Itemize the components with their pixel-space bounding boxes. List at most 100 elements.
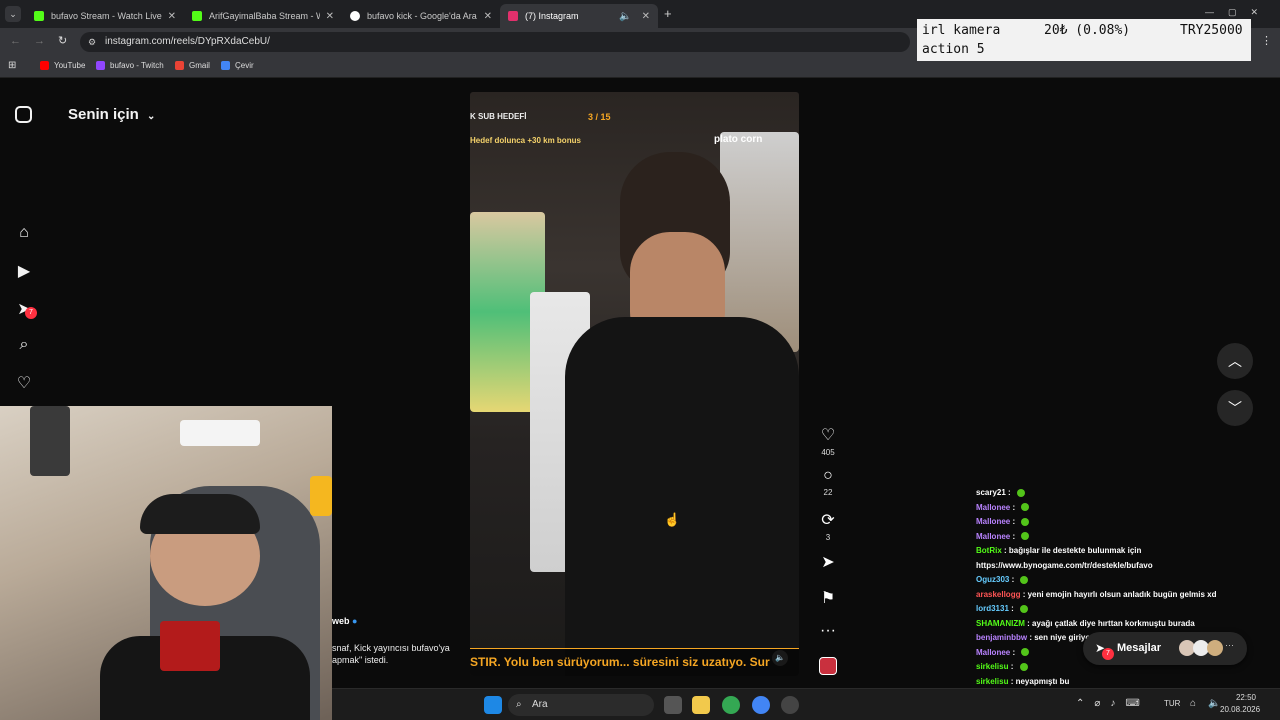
app-icon[interactable] <box>781 696 799 714</box>
feed-selector[interactable]: Senin için ⌄ <box>68 106 155 123</box>
tab-search-button[interactable]: ⌄ <box>5 6 21 22</box>
repost-icon: ⟳ <box>821 512 835 529</box>
start-button[interactable] <box>484 696 502 714</box>
chrome-icon[interactable] <box>752 696 770 714</box>
site-info-icon[interactable]: ⚙ <box>88 32 96 52</box>
gmail-icon <box>175 61 184 70</box>
audio-thumbnail[interactable] <box>819 657 837 675</box>
chat-text: : neyapmıştı bu <box>1008 676 1070 686</box>
reel-subtitle-ticker: STIR. Yolu ben sürüyorum... süresini siz… <box>470 655 770 669</box>
chat-text: : <box>1008 604 1017 613</box>
bookmark-label: bufavo - Twitch <box>110 61 164 70</box>
reload-icon[interactable]: ↻ <box>58 34 67 47</box>
reel-video[interactable]: K SUB HEDEFİ 3 / 15 Hedef dolunca +30 km… <box>470 92 799 676</box>
close-tab-icon[interactable]: ✕ <box>484 11 492 22</box>
chat-username[interactable]: Mallonee <box>976 532 1010 541</box>
task-view-icon[interactable] <box>664 696 682 714</box>
close-tab-icon[interactable]: ✕ <box>326 11 334 22</box>
volume-icon[interactable]: 🔈 <box>1208 698 1220 709</box>
mute-icon[interactable]: 🔈 <box>772 650 788 666</box>
chat-text: : <box>1010 647 1018 657</box>
chat-username[interactable]: Oguz303 <box>976 575 1009 584</box>
chat-username[interactable]: SHAMANIZM <box>976 619 1025 628</box>
emote-icon <box>1021 503 1030 512</box>
tab-google-search[interactable]: bufavo kick - Google'da Ara ✕ <box>342 4 500 28</box>
sub-goal-value: 3 / 15 <box>588 112 611 122</box>
emote-icon <box>1020 604 1029 613</box>
emote-icon <box>1020 575 1029 584</box>
chat-message: SHAMANIZM : ayağı çatlak diye hırttan ko… <box>976 617 1276 632</box>
close-tab-icon[interactable]: ✕ <box>642 11 650 22</box>
clock-time[interactable]: 22:50 <box>1232 693 1256 702</box>
chat-text: https://www.bynogame.com/tr/destekle/buf… <box>976 560 1153 570</box>
chat-username[interactable]: sirkelisu <box>976 677 1008 686</box>
language-indicator[interactable]: TUR <box>1164 699 1180 708</box>
avatar <box>1207 640 1223 656</box>
chrome-icon[interactable] <box>722 696 740 714</box>
chat-username[interactable]: Mallonee <box>976 648 1010 657</box>
emote-icon <box>1021 648 1030 657</box>
clock-date[interactable]: 20.08.2026 <box>1220 705 1260 714</box>
chat-username[interactable]: Mallonee <box>976 503 1010 512</box>
back-icon[interactable]: ← <box>10 35 21 47</box>
emote-icon <box>1021 517 1030 526</box>
forward-icon[interactable]: → <box>34 35 45 47</box>
search-icon[interactable]: ⌕ <box>15 336 33 354</box>
more-options-button[interactable]: ··· <box>815 622 841 643</box>
tab-title: bufavo Stream - Watch Live on <box>51 11 162 21</box>
chat-text: : <box>1010 517 1018 526</box>
repost-button[interactable]: ⟳ 3 <box>815 510 841 542</box>
bookmark-translate[interactable]: Çevir <box>221 61 254 70</box>
caption-username[interactable]: web ● <box>332 616 357 626</box>
verified-icon: ● <box>352 616 358 626</box>
chat-message: Mallonee : <box>976 515 1276 530</box>
window-controls[interactable]: —▢✕ <box>1205 7 1272 18</box>
person-shirt <box>565 317 799 676</box>
share-button[interactable]: ➤ <box>815 552 841 575</box>
bookmark-gmail[interactable]: Gmail <box>175 61 210 70</box>
like-button[interactable]: ♡ 405 <box>815 425 841 457</box>
chat-message: Oguz303 : <box>976 573 1276 588</box>
bookmark-label: Gmail <box>189 61 210 70</box>
previous-reel-button[interactable]: ︿ <box>1217 343 1253 379</box>
chat-username[interactable]: lord3131 <box>976 604 1009 613</box>
bookmark-twitch[interactable]: bufavo - Twitch <box>96 61 164 70</box>
next-reel-button[interactable]: ﹀ <box>1217 390 1253 426</box>
chat-username[interactable]: BotRix <box>976 546 1002 555</box>
chat-username[interactable]: araskellogg <box>976 590 1020 599</box>
comment-button[interactable]: ○ 22 <box>815 467 841 497</box>
tab-kick-bufavo[interactable]: bufavo Stream - Watch Live on ✕ <box>26 4 184 28</box>
bookmark-icon: ⚑ <box>820 590 836 607</box>
chat-message: BotRix : bağışlar ile destekte bulunmak … <box>976 544 1276 559</box>
tab-title: ArifGayimalBaba Stream - Watc <box>209 11 320 21</box>
tab-instagram[interactable]: (7) Instagram 🔈 ✕ <box>500 4 658 28</box>
tab-kick-arif[interactable]: ArifGayimalBaba Stream - Watc ✕ <box>184 4 342 28</box>
messages-button[interactable]: ➤ 7 Mesajlar ··· <box>1083 632 1247 665</box>
chat-username[interactable]: sirkelisu <box>976 662 1008 671</box>
stream-chat: scary21 : Mallonee : Mallonee : Mallonee… <box>976 486 1276 720</box>
file-explorer-icon[interactable] <box>692 696 710 714</box>
save-button[interactable]: ⚑ <box>815 588 841 611</box>
comment-count: 22 <box>823 488 833 497</box>
system-tray-icons[interactable]: ⌃⌀♪⌨ <box>1076 698 1150 709</box>
heart-icon[interactable]: ♡ <box>15 373 33 392</box>
messages-badge: 7 <box>1102 648 1114 660</box>
chat-username[interactable]: Mallonee <box>976 517 1010 526</box>
menu-icon[interactable]: ⋮ <box>1261 34 1272 47</box>
bonus-text: Hedef dolunca +30 km bonus <box>470 136 581 145</box>
new-tab-button[interactable]: + <box>664 6 672 21</box>
apps-icon[interactable]: ⊞ <box>8 60 16 71</box>
instagram-logo-icon[interactable] <box>15 106 32 123</box>
heart-icon: ♡ <box>820 427 836 444</box>
taskbar-search[interactable]: ⌕ Ara <box>508 694 654 716</box>
close-tab-icon[interactable]: ✕ <box>168 11 176 22</box>
network-icon[interactable]: ⌂ <box>1190 698 1196 709</box>
chat-username[interactable]: scary21 <box>976 488 1006 497</box>
address-bar[interactable]: ⚙ instagram.com/reels/DYpRXdaCebU/ <box>80 32 910 52</box>
chat-message: Mallonee : <box>976 501 1276 516</box>
home-icon[interactable]: ⌂ <box>15 224 33 242</box>
speaker-icon[interactable]: 🔈 <box>619 11 631 22</box>
chat-username[interactable]: benjaminbbw <box>976 633 1027 642</box>
bookmark-youtube[interactable]: YouTube <box>40 61 85 70</box>
reels-icon[interactable]: ▶ <box>15 261 33 280</box>
